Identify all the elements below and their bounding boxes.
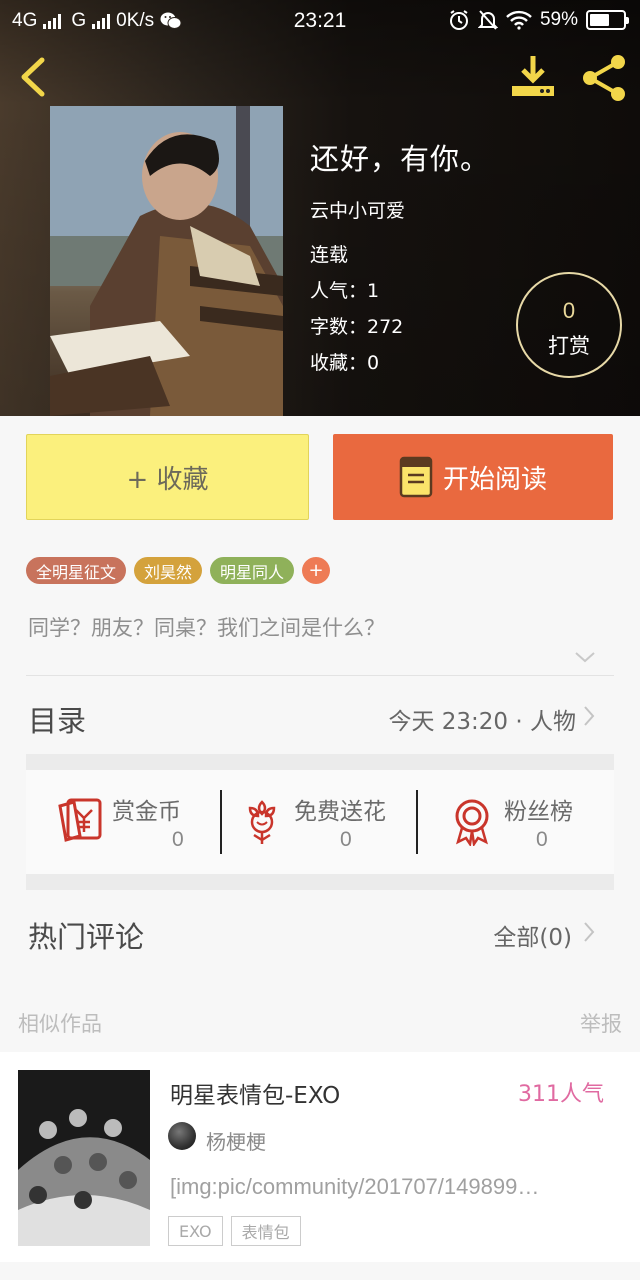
cover-illustration — [50, 106, 283, 416]
similar-work-author: 杨梗梗 — [206, 1130, 266, 1154]
cover-illustration — [18, 1070, 150, 1246]
hot-comments-label: 热门评论 — [28, 920, 145, 954]
send-flower-value: 0 — [340, 828, 352, 851]
similar-work-excerpt: [img:pic/community/201707/149899… — [170, 1174, 540, 1199]
book-header: 4G G 0K/s 23:21 59% 还好，有你。 云中小可爱 连载 人气：1… — [0, 0, 640, 416]
book-cover — [50, 106, 283, 416]
reward-label: 打赏 — [548, 334, 590, 358]
similar-work-popularity: 311人气 — [518, 1082, 604, 1107]
tag-item: EXO — [168, 1216, 223, 1246]
chevron-down-icon[interactable] — [573, 648, 597, 666]
tag-list: 全明星征文 刘昊然 明星同人 + — [26, 557, 331, 584]
reward-count: 0 — [562, 298, 576, 323]
battery-icon — [586, 10, 629, 30]
avatar — [168, 1122, 196, 1150]
book-word-count: 字数：272 — [310, 316, 404, 338]
similar-works-heading: 相似作品 — [18, 1012, 102, 1036]
alarm-icon — [449, 10, 468, 30]
wifi-icon — [506, 10, 532, 30]
similar-work-title: 明星表情包-EXO — [170, 1083, 341, 1109]
section-separator — [26, 754, 614, 770]
collect-label: + 收藏 — [126, 464, 209, 495]
hot-comments-row[interactable]: 热门评论 全部(0) — [26, 892, 614, 972]
similar-work-tags: EXO 表情包 — [168, 1216, 301, 1246]
share-button[interactable] — [578, 52, 632, 104]
tag-item[interactable]: 全明星征文 — [26, 557, 127, 584]
chevron-right-icon — [584, 922, 595, 942]
stats-panel: 赏金币 0 免费送花 0 粉丝榜 0 — [26, 770, 614, 874]
gold-reward-item[interactable]: 赏金币 0 — [54, 790, 224, 860]
reward-button[interactable]: 0 打赏 — [516, 272, 622, 378]
send-flower-label: 免费送花 — [294, 799, 386, 825]
medal-icon — [455, 799, 489, 846]
fan-ranking-item[interactable]: 粉丝榜 0 — [452, 790, 612, 860]
stat-divider — [220, 790, 222, 854]
catalog-row[interactable]: 目录 今天 23:20 · 人物 — [26, 676, 614, 756]
similar-work-card[interactable]: 明星表情包-EXO 311人气 杨梗梗 [img:pic/community/2… — [0, 1052, 640, 1262]
gold-reward-label: 赏金币 — [112, 799, 181, 825]
fan-ranking-value: 0 — [536, 828, 548, 851]
synopsis: 同学？朋友？同桌？我们之间是什么？ — [28, 616, 385, 640]
book-title: 还好，有你。 — [310, 142, 491, 176]
tag-item[interactable]: 明星同人 — [210, 557, 295, 584]
status-bar: 4G G 0K/s 23:21 59% — [0, 0, 640, 44]
tag-item[interactable]: 刘昊然 — [134, 557, 203, 584]
tag-item: 表情包 — [230, 1216, 301, 1246]
battery-level — [590, 14, 610, 26]
start-reading-label: 开始阅读 — [442, 464, 547, 495]
add-tag-button[interactable]: + — [302, 557, 331, 584]
flower-icon — [248, 800, 276, 844]
report-button[interactable]: 举报 — [580, 1008, 622, 1038]
stat-divider — [416, 790, 418, 854]
catalog-update-info: 今天 23:20 · 人物 — [388, 709, 576, 735]
start-reading-button[interactable]: 开始阅读 — [333, 434, 613, 520]
book-status: 连载 — [310, 244, 349, 266]
book-popularity: 人气：1 — [310, 280, 380, 302]
send-flower-item[interactable]: 免费送花 0 — [242, 790, 422, 860]
book-favorites: 收藏：0 — [310, 352, 380, 374]
back-button[interactable] — [14, 52, 54, 102]
red-envelope-icon — [58, 798, 102, 842]
chevron-right-icon — [584, 706, 595, 726]
book-icon — [399, 456, 433, 498]
gold-reward-value: 0 — [172, 828, 184, 851]
catalog-label: 目录 — [28, 704, 87, 738]
collect-button[interactable]: + 收藏 — [26, 434, 309, 520]
all-comments-link: 全部(0) — [493, 925, 572, 951]
download-button[interactable] — [506, 52, 560, 104]
book-author[interactable]: 云中小可爱 — [310, 196, 405, 223]
mute-icon — [477, 10, 498, 30]
battery-percent: 59% — [539, 9, 578, 30]
similar-work-cover — [18, 1070, 150, 1246]
section-separator — [26, 874, 614, 890]
fan-ranking-label: 粉丝榜 — [504, 799, 573, 825]
